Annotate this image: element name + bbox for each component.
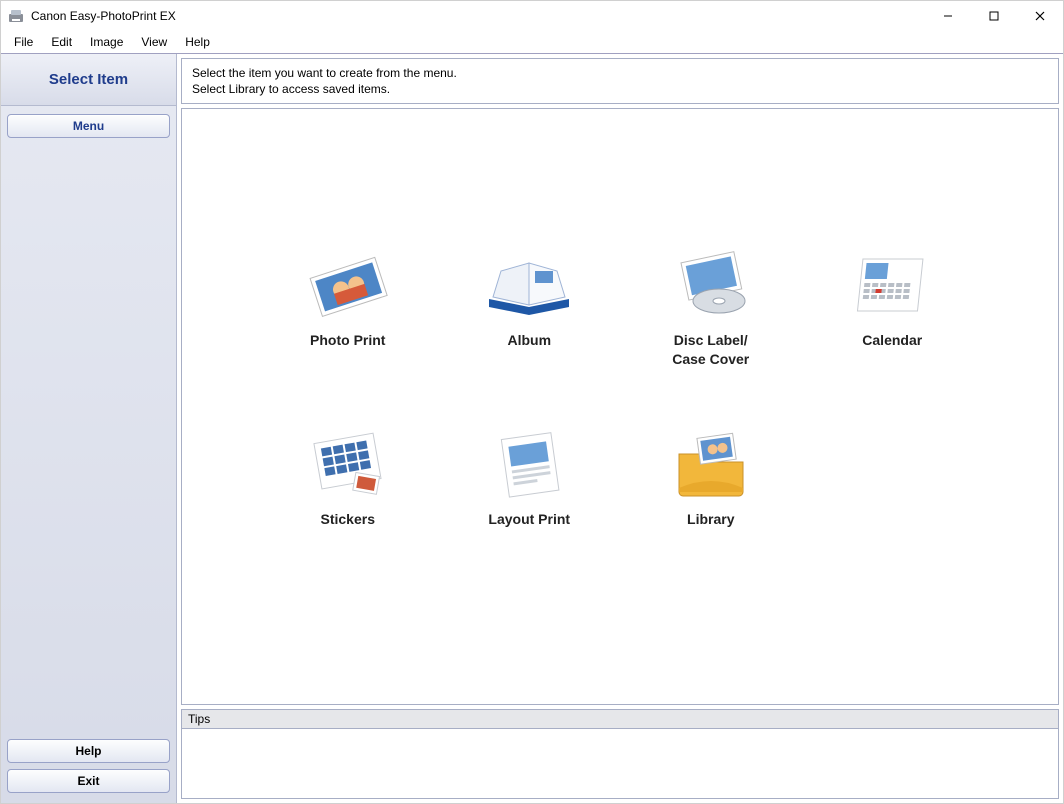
sidebar-header-label: Select Item: [49, 71, 128, 88]
album-icon: [481, 249, 577, 321]
sidebar-header: Select Item: [1, 54, 176, 106]
menu-edit[interactable]: Edit: [42, 33, 81, 51]
help-button-label: Help: [75, 744, 101, 758]
stickers-icon: [300, 428, 396, 500]
instruction-box: Select the item you want to create from …: [181, 58, 1059, 104]
sidebar-tab-menu[interactable]: Menu: [7, 114, 170, 138]
calendar-icon: [844, 249, 940, 321]
exit-button[interactable]: Exit: [7, 769, 170, 793]
item-layout-print-label: Layout Print: [488, 510, 570, 528]
item-calendar-label: Calendar: [862, 331, 922, 349]
item-canvas: Photo Print Album: [181, 108, 1059, 705]
window-close-button[interactable]: [1017, 1, 1063, 31]
item-library[interactable]: Library: [631, 428, 791, 528]
menu-image[interactable]: Image: [81, 33, 132, 51]
item-stickers-label: Stickers: [321, 510, 375, 528]
item-stickers[interactable]: Stickers: [268, 428, 428, 528]
tips-content: [181, 729, 1059, 799]
instruction-line-1: Select the item you want to create from …: [192, 65, 1048, 81]
sidebar-tab-menu-label: Menu: [73, 119, 104, 133]
library-icon: [663, 428, 759, 500]
item-album[interactable]: Album: [449, 249, 609, 367]
window-maximize-button[interactable]: [971, 1, 1017, 31]
photo-print-icon: [300, 249, 396, 321]
item-library-label: Library: [687, 510, 734, 528]
item-disc-label-label: Disc Label/ Case Cover: [672, 331, 749, 367]
instruction-line-2: Select Library to access saved items.: [192, 81, 1048, 97]
main-panel: Select the item you want to create from …: [177, 54, 1063, 803]
window-title: Canon Easy-PhotoPrint EX: [31, 9, 176, 23]
menu-help[interactable]: Help: [176, 33, 219, 51]
item-layout-print[interactable]: Layout Print: [449, 428, 609, 528]
item-album-label: Album: [507, 331, 551, 349]
disc-label-icon: [663, 249, 759, 321]
menu-file[interactable]: File: [5, 33, 42, 51]
exit-button-label: Exit: [77, 774, 99, 788]
item-photo-print-label: Photo Print: [310, 331, 385, 349]
item-photo-print[interactable]: Photo Print: [268, 249, 428, 367]
app-icon: [7, 7, 25, 25]
item-calendar[interactable]: Calendar: [812, 249, 972, 367]
layout-print-icon: [481, 428, 577, 500]
window-minimize-button[interactable]: [925, 1, 971, 31]
help-button[interactable]: Help: [7, 739, 170, 763]
sidebar: Select Item Menu Help Exit: [1, 54, 177, 803]
item-disc-label[interactable]: Disc Label/ Case Cover: [631, 249, 791, 367]
menubar: File Edit Image View Help: [1, 31, 1063, 53]
tips-header: Tips: [181, 709, 1059, 729]
menu-view[interactable]: View: [132, 33, 176, 51]
window-titlebar: Canon Easy-PhotoPrint EX: [1, 1, 1063, 31]
